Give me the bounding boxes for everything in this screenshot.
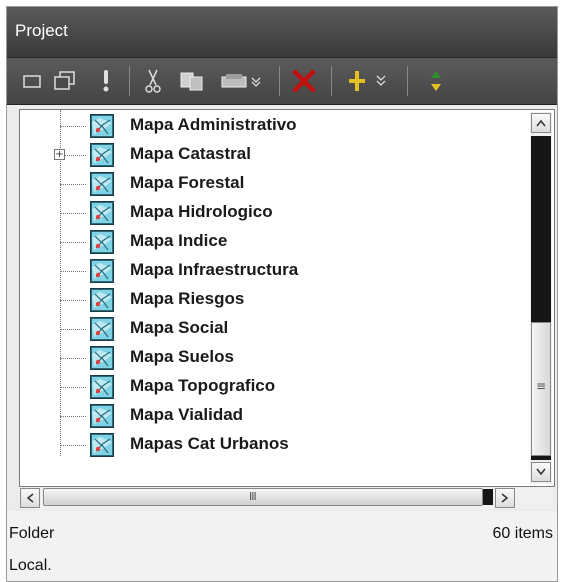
tree-item[interactable]: Mapa Hidrologico bbox=[20, 199, 520, 228]
tree-item[interactable]: Mapa Social bbox=[20, 315, 520, 344]
tree-item[interactable]: Mapa Forestal bbox=[20, 170, 520, 199]
cascade-windows-icon[interactable] bbox=[51, 66, 79, 96]
tree-item-label: Mapa Catastral bbox=[130, 144, 251, 163]
tree-connector bbox=[60, 271, 86, 272]
tree-connector bbox=[60, 387, 86, 388]
tree-connector bbox=[60, 184, 86, 185]
delete-icon[interactable] bbox=[287, 66, 321, 96]
vertical-scrollbar[interactable]: ≡ bbox=[530, 112, 552, 484]
horizontal-scrollbar[interactable]: III bbox=[19, 487, 553, 509]
copy-icon[interactable] bbox=[177, 66, 207, 96]
map-document-icon bbox=[90, 143, 114, 167]
tree-item[interactable]: Mapas Cat Urbanos bbox=[20, 431, 520, 460]
tree-connector bbox=[60, 300, 86, 301]
tree-item-label: Mapa Suelos bbox=[130, 347, 234, 366]
tree-item-label: Mapa Riesgos bbox=[130, 289, 245, 308]
tree-item-label: Mapa Hidrologico bbox=[130, 202, 273, 221]
scroll-right-button[interactable] bbox=[495, 488, 515, 508]
tree-connector bbox=[60, 213, 86, 214]
scroll-left-button[interactable] bbox=[20, 488, 40, 508]
tree-connector bbox=[60, 242, 86, 243]
tree-item[interactable]: Mapa Infraestructura bbox=[20, 257, 520, 286]
tree-connector bbox=[60, 358, 86, 359]
title-bar: Project bbox=[7, 7, 557, 58]
toolbar-separator bbox=[129, 66, 130, 96]
tree-item-label: Mapa Forestal bbox=[130, 173, 245, 192]
status-bar: Folder 60 items Local. bbox=[7, 511, 557, 581]
project-panel: Project Mapa Administrativo + Mapa Catas… bbox=[6, 6, 558, 582]
map-document-icon bbox=[90, 346, 114, 370]
map-document-icon bbox=[90, 317, 114, 341]
scroll-grip: ≡ bbox=[536, 379, 547, 393]
status-item-count: 60 items bbox=[492, 525, 553, 542]
toolbar-separator bbox=[279, 66, 280, 96]
tree-item-label: Mapa Indice bbox=[130, 231, 228, 250]
scroll-up-button[interactable] bbox=[531, 113, 551, 133]
map-document-icon bbox=[90, 404, 114, 428]
map-document-icon bbox=[90, 288, 114, 312]
refresh-icon[interactable] bbox=[423, 66, 449, 96]
map-document-icon bbox=[90, 259, 114, 283]
tree-item[interactable]: Mapa Vialidad bbox=[20, 402, 520, 431]
toolbar bbox=[7, 58, 557, 105]
toolbar-separator bbox=[331, 66, 332, 96]
map-document-icon bbox=[90, 172, 114, 196]
tree-item-label: Mapa Infraestructura bbox=[130, 260, 299, 279]
scroll-down-button[interactable] bbox=[531, 462, 551, 482]
new-window-icon[interactable] bbox=[19, 66, 45, 96]
tree-item[interactable]: Mapa Suelos bbox=[20, 344, 520, 373]
tree-item-label: Mapa Vialidad bbox=[130, 405, 244, 424]
hscroll-thumb[interactable]: III bbox=[43, 488, 483, 506]
tree-item-label: Mapa Topografico bbox=[130, 376, 276, 395]
map-document-icon bbox=[90, 230, 114, 254]
project-tree: Mapa Administrativo + Mapa Catastral Mapa F… bbox=[19, 109, 555, 487]
map-document-icon bbox=[90, 375, 114, 399]
map-document-icon bbox=[90, 114, 114, 138]
tree-item-label: Mapa Administrativo bbox=[130, 115, 297, 134]
tree-connector bbox=[60, 416, 86, 417]
tree-connector bbox=[60, 445, 86, 446]
tree-connector bbox=[60, 329, 86, 330]
tree-item[interactable]: Mapa Indice bbox=[20, 228, 520, 257]
paste-dropdown-icon[interactable] bbox=[219, 66, 269, 96]
tree-item[interactable]: Mapa Topografico bbox=[20, 373, 520, 402]
hscroll-track[interactable] bbox=[483, 489, 493, 505]
expand-toggle-icon[interactable]: + bbox=[54, 149, 65, 160]
toolbar-separator bbox=[407, 66, 408, 96]
status-type: Folder bbox=[9, 525, 55, 542]
tree-item-label: Mapa Social bbox=[130, 318, 229, 337]
tree-item[interactable]: + Mapa Catastral bbox=[20, 141, 520, 170]
tree-item[interactable]: Mapa Riesgos bbox=[20, 286, 520, 315]
cut-icon[interactable] bbox=[139, 66, 167, 96]
map-document-icon bbox=[90, 433, 114, 457]
add-dropdown-icon[interactable] bbox=[347, 66, 393, 96]
window-title: Project bbox=[15, 21, 68, 40]
hscroll-grip: III bbox=[249, 490, 257, 503]
tree-rows: Mapa Administrativo + Mapa Catastral Mapa F… bbox=[20, 110, 520, 486]
scroll-thumb[interactable]: ≡ bbox=[531, 322, 551, 456]
status-location: Local. bbox=[9, 557, 52, 574]
tree-item[interactable]: Mapa Administrativo bbox=[20, 112, 520, 141]
tree-connector bbox=[60, 126, 86, 127]
map-document-icon bbox=[90, 201, 114, 225]
info-icon[interactable] bbox=[95, 66, 117, 96]
tree-item-label: Mapas Cat Urbanos bbox=[130, 434, 289, 453]
